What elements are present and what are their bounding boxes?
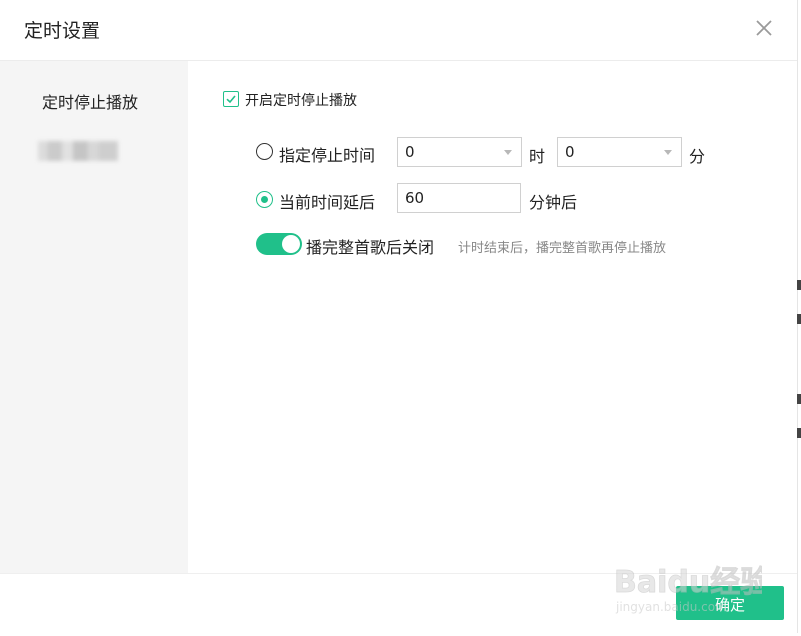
minute-unit-label: 分 — [689, 147, 706, 166]
dialog-title: 定时设置 — [24, 20, 101, 42]
toggle-knob — [282, 235, 300, 253]
chevron-down-icon — [664, 150, 672, 155]
delay-radio[interactable] — [256, 191, 273, 208]
timer-settings-dialog: 定时设置 定时停止播放 开启定时停止播放 指定停止时间 0 时 0 分 当前时间… — [0, 0, 798, 633]
close-icon — [756, 20, 772, 36]
settings-sidebar: 定时停止播放 — [0, 61, 188, 573]
sidebar-item-blurred[interactable] — [38, 141, 118, 161]
check-icon — [226, 95, 236, 104]
chevron-down-icon — [504, 150, 512, 155]
specific-time-label: 指定停止时间 — [279, 146, 376, 165]
delay-label: 当前时间延后 — [279, 193, 376, 212]
minute-select-value: 0 — [565, 143, 575, 161]
hour-select-value: 0 — [405, 143, 415, 161]
specific-time-radio[interactable] — [256, 143, 273, 160]
close-button[interactable] — [752, 16, 776, 40]
settings-content: 开启定时停止播放 指定停止时间 0 时 0 分 当前时间延后 60 分钟后 播完… — [188, 61, 797, 573]
delay-minutes-input[interactable]: 60 — [397, 183, 521, 213]
hour-unit-label: 时 — [529, 147, 546, 166]
confirm-button[interactable]: 确定 — [676, 586, 784, 620]
background-app-bottom — [180, 630, 620, 636]
background-app-edge — [797, 250, 801, 450]
finish-song-label: 播完整首歌后关闭 — [306, 238, 435, 257]
sidebar-item-timer-stop[interactable]: 定时停止播放 — [42, 89, 138, 113]
finish-song-toggle[interactable] — [256, 233, 302, 255]
dialog-header: 定时设置 — [0, 0, 797, 61]
minute-select[interactable]: 0 — [557, 137, 682, 167]
dialog-footer: 确定 — [0, 573, 797, 633]
enable-timer-checkbox[interactable] — [223, 91, 239, 107]
delay-minutes-value: 60 — [405, 189, 425, 207]
enable-timer-label: 开启定时停止播放 — [245, 93, 357, 109]
finish-song-hint: 计时结束后，播完整首歌再停止播放 — [458, 241, 667, 256]
confirm-button-label: 确定 — [714, 596, 745, 614]
delay-unit-label: 分钟后 — [529, 193, 578, 212]
hour-select[interactable]: 0 — [397, 137, 522, 167]
